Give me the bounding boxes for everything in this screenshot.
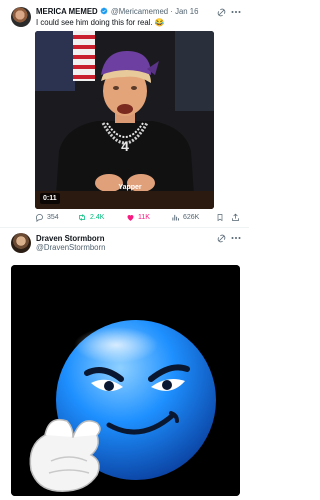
video-duration: 0:11 — [40, 193, 60, 204]
reply-icon — [36, 213, 43, 222]
svg-text:4: 4 — [121, 138, 129, 154]
tweet-image[interactable] — [11, 265, 240, 496]
more-icon[interactable] — [230, 6, 242, 18]
verified-badge-icon — [100, 7, 108, 15]
reply-count: 354 — [47, 213, 59, 221]
grok-icon[interactable] — [215, 232, 227, 244]
author-handle[interactable]: @DravenStormborn — [36, 243, 105, 253]
author-avatar[interactable] — [11, 233, 31, 253]
views-button[interactable]: 626K — [171, 210, 199, 224]
heart-icon — [127, 214, 134, 221]
video-overlay-text: Yapper — [118, 184, 142, 191]
handle-and-date[interactable]: @Mericamemed · Jan 16 — [111, 7, 199, 16]
like-count: 11K — [138, 213, 150, 221]
retweet-count: 2.4K — [90, 213, 105, 221]
retweet-button[interactable]: 2.4K — [77, 210, 104, 224]
bookmark-icon — [217, 213, 223, 221]
tweet-header-actions — [215, 232, 245, 244]
video-frame: 4 Yapper — [35, 31, 214, 209]
flag-background — [73, 31, 95, 81]
tweet-header-actions — [215, 6, 245, 18]
tweet-card[interactable]: MERICA MEMED @Mericamemed · Jan 16 I cou… — [0, 0, 249, 228]
tweet-action-bar: 354 2.4K 11K 626K — [35, 210, 240, 224]
reply-button[interactable]: 354 — [35, 210, 59, 224]
like-button[interactable]: 11K — [126, 210, 150, 224]
tweet-video[interactable]: 4 Yapper 0:11 — [35, 31, 214, 209]
smirking-emoji-image — [11, 265, 240, 496]
views-icon — [172, 214, 179, 220]
more-icon[interactable] — [230, 232, 242, 244]
tweet-card[interactable]: Draven Stormborn @DravenStormborn — [0, 228, 249, 500]
grok-icon[interactable] — [215, 6, 227, 18]
share-icon — [232, 213, 239, 221]
bookmark-button[interactable] — [216, 210, 227, 224]
author-name[interactable]: MERICA MEMED — [36, 7, 98, 16]
tweet-text: I could see him doing this for real. 😂 — [36, 18, 165, 27]
share-button[interactable] — [231, 210, 243, 224]
retweet-icon — [79, 213, 85, 221]
views-count: 626K — [183, 213, 200, 221]
author-avatar[interactable] — [11, 7, 31, 27]
